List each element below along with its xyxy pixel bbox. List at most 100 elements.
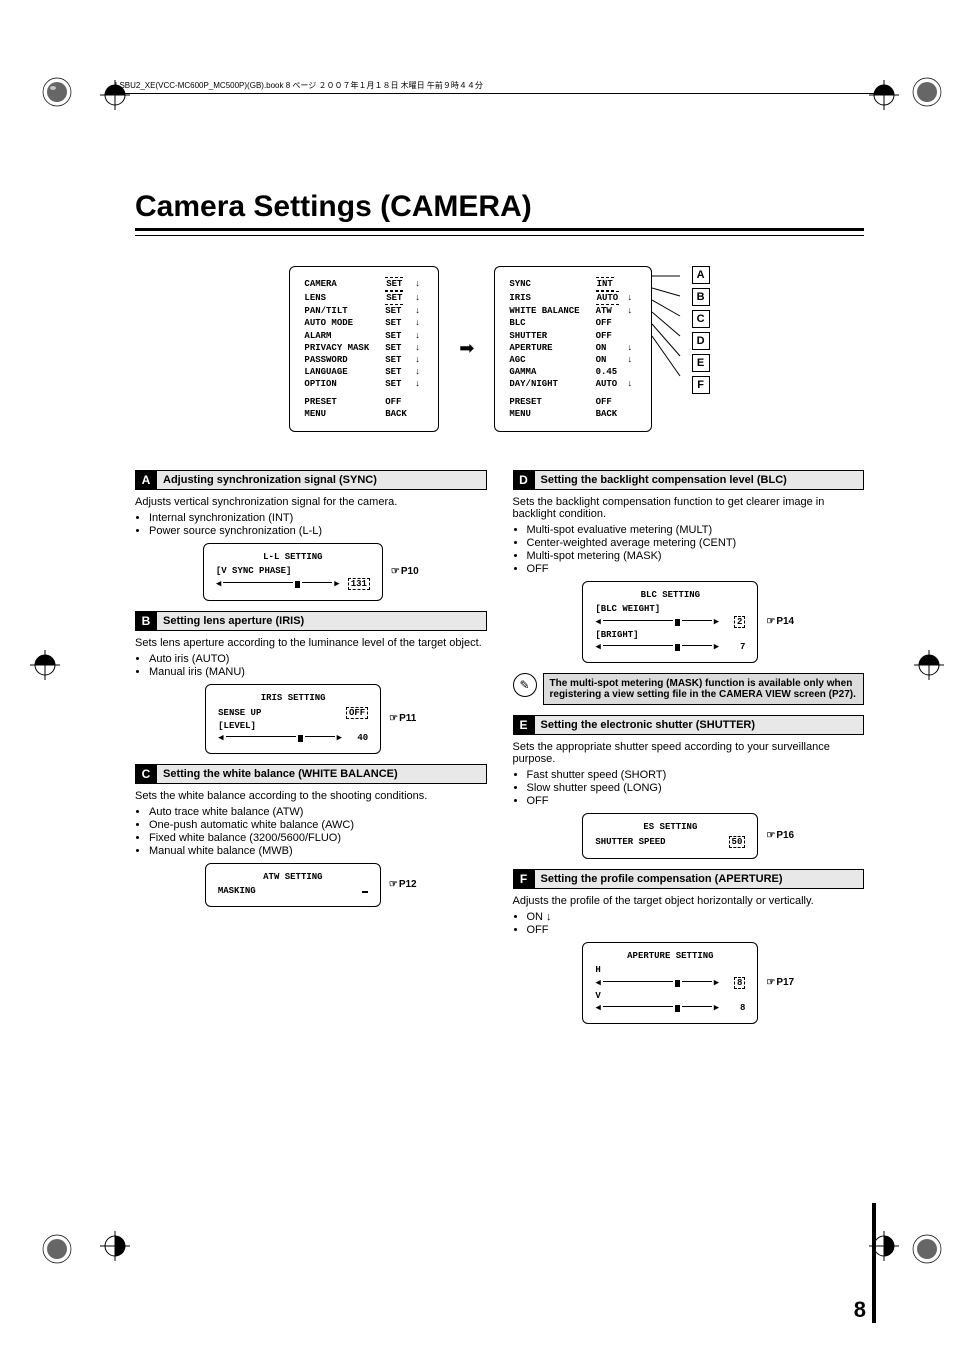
bullet-item: OFF — [527, 563, 865, 575]
section-bullets: Fast shutter speed (SHORT)Slow shutter s… — [527, 769, 865, 807]
section-letter: B — [135, 611, 157, 631]
menu-row: CAMERASET↓LENSSET↓PAN/TILTSET↓AUTO MODES… — [135, 266, 864, 432]
callout-B: B — [692, 288, 710, 306]
section-bullets: ON ↓OFF — [527, 911, 865, 936]
two-column-layout: A Adjusting synchronization signal (SYNC… — [135, 460, 864, 1034]
bullet-item: OFF — [527, 795, 865, 807]
page-ref: P17 — [766, 977, 794, 988]
note-icon: ✎ — [513, 673, 537, 697]
corner-globe-br — [910, 1232, 944, 1266]
callout-C: C — [692, 310, 710, 328]
bullet-item: Manual iris (MANU) — [149, 666, 487, 678]
right-column: D Setting the backlight compensation lev… — [513, 460, 865, 1034]
section-bullets: Auto iris (AUTO)Manual iris (MANU) — [149, 653, 487, 678]
running-header: LSBU2_XE(VCC-MC600P_MC500P)(GB).book 8 ペ… — [115, 80, 884, 94]
corner-globe-tl — [40, 75, 74, 109]
page-ref: P14 — [766, 616, 794, 627]
bullet-item: Multi-spot evaluative metering (MULT) — [527, 524, 865, 536]
section-letter: A — [135, 470, 157, 490]
osd-box: IRIS SETTING SENSE UPOFF[LEVEL] ◀▶40 — [205, 684, 381, 754]
section-title: Adjusting synchronization signal (SYNC) — [157, 470, 487, 490]
callout-E: E — [692, 354, 710, 372]
bullet-item: Center-weighted average metering (CENT) — [527, 537, 865, 549]
corner-globe-tr — [910, 75, 944, 109]
section-B-header: B Setting lens aperture (IRIS) — [135, 611, 487, 631]
section-lead: Sets the white balance according to the … — [135, 790, 487, 802]
osd-box: APERTURE SETTING H ◀▶8V ◀▶8 — [582, 942, 758, 1024]
section-title: Setting the white balance (WHITE BALANCE… — [157, 764, 487, 784]
bullet-item: Manual white balance (MWB) — [149, 845, 487, 857]
bullet-item: ON ↓ — [527, 911, 865, 923]
osd-wrap: APERTURE SETTING H ◀▶8V ◀▶8 P17 — [513, 942, 865, 1024]
main-menu-box: CAMERASET↓LENSSET↓PAN/TILTSET↓AUTO MODES… — [289, 266, 439, 432]
bullet-item: Slow shutter speed (LONG) — [527, 782, 865, 794]
section-title: Setting the backlight compensation level… — [535, 470, 865, 490]
note-text: The multi-spot metering (MASK) function … — [543, 673, 865, 705]
osd-title: BLC SETTING — [595, 590, 745, 600]
osd-title: ATW SETTING — [218, 872, 368, 882]
osd-wrap: L-L SETTING [V SYNC PHASE] ◀▶131 P10 — [135, 543, 487, 601]
bullet-item: Internal synchronization (INT) — [149, 512, 487, 524]
regmark-ml — [30, 650, 60, 680]
camera-menu-box: SYNCINTIRISAUTO↓WHITE BALANCEATW↓BLCOFFS… — [494, 266, 651, 432]
page-number: 8 — [854, 1297, 866, 1323]
callout-D: D — [692, 332, 710, 350]
section-title: Setting the electronic shutter (SHUTTER) — [535, 715, 865, 735]
corner-globe-bl — [40, 1232, 74, 1266]
section-bullets: Multi-spot evaluative metering (MULT)Cen… — [527, 524, 865, 575]
osd-title: L-L SETTING — [216, 552, 370, 562]
page-ref: P16 — [766, 830, 794, 841]
title-rule — [135, 228, 864, 236]
osd-wrap: ATW SETTING MASKING P12 — [135, 863, 487, 907]
section-lead: Sets the appropriate shutter speed accor… — [513, 741, 865, 765]
bullet-item: Fast shutter speed (SHORT) — [527, 769, 865, 781]
callout-A: A — [692, 266, 710, 284]
section-title: Setting the profile compensation (APERTU… — [535, 869, 865, 889]
page-edge-tab — [872, 1203, 876, 1323]
left-column: A Adjusting synchronization signal (SYNC… — [135, 460, 487, 1034]
arrow-right-icon: ➡ — [459, 338, 474, 359]
osd-box: ATW SETTING MASKING — [205, 863, 381, 907]
section-letter: D — [513, 470, 535, 490]
osd-wrap: ES SETTING SHUTTER SPEED50 P16 — [513, 813, 865, 859]
callout-letters: A B C D E F — [692, 266, 710, 394]
bullet-item: Auto trace white balance (ATW) — [149, 806, 487, 818]
section-title: Setting lens aperture (IRIS) — [157, 611, 487, 631]
section-lead: Adjusts the profile of the target object… — [513, 895, 865, 907]
osd-title: IRIS SETTING — [218, 693, 368, 703]
osd-title: APERTURE SETTING — [595, 951, 745, 961]
note-box: ✎ The multi-spot metering (MASK) functio… — [513, 673, 865, 705]
page: LSBU2_XE(VCC-MC600P_MC500P)(GB).book 8 ペ… — [0, 0, 954, 1351]
bullet-item: Power source synchronization (L-L) — [149, 525, 487, 537]
section-E-header: E Setting the electronic shutter (SHUTTE… — [513, 715, 865, 735]
osd-box: BLC SETTING [BLC WEIGHT] ◀▶2[BRIGHT] ◀▶7 — [582, 581, 758, 663]
section-F-header: F Setting the profile compensation (APER… — [513, 869, 865, 889]
section-letter: F — [513, 869, 535, 889]
osd-box: L-L SETTING [V SYNC PHASE] ◀▶131 — [203, 543, 383, 601]
page-ref: P11 — [389, 713, 416, 724]
section-D-header: D Setting the backlight compensation lev… — [513, 470, 865, 490]
section-lead: Sets the backlight compensation function… — [513, 496, 865, 520]
section-bullets: Internal synchronization (INT)Power sour… — [149, 512, 487, 537]
section-bullets: Auto trace white balance (ATW)One-push a… — [149, 806, 487, 857]
bullet-item: Fixed white balance (3200/5600/FLUO) — [149, 832, 487, 844]
section-lead: Adjusts vertical synchronization signal … — [135, 496, 487, 508]
bullet-item: Multi-spot metering (MASK) — [527, 550, 865, 562]
regmark-mr — [914, 650, 944, 680]
page-ref: P12 — [389, 879, 417, 890]
osd-wrap: BLC SETTING [BLC WEIGHT] ◀▶2[BRIGHT] ◀▶7… — [513, 581, 865, 663]
callout-F: F — [692, 376, 710, 394]
callout-lines — [652, 266, 692, 406]
section-letter: E — [513, 715, 535, 735]
bullet-item: One-push automatic white balance (AWC) — [149, 819, 487, 831]
bullet-item: OFF — [527, 924, 865, 936]
section-lead: Sets lens aperture according to the lumi… — [135, 637, 487, 649]
section-letter: C — [135, 764, 157, 784]
bullet-item: Auto iris (AUTO) — [149, 653, 487, 665]
osd-box: ES SETTING SHUTTER SPEED50 — [582, 813, 758, 859]
content-frame: LSBU2_XE(VCC-MC600P_MC500P)(GB).book 8 ペ… — [115, 80, 884, 1251]
page-ref: P10 — [391, 566, 419, 577]
page-title: Camera Settings (CAMERA) — [135, 190, 864, 224]
section-A-header: A Adjusting synchronization signal (SYNC… — [135, 470, 487, 490]
osd-title: ES SETTING — [595, 822, 745, 832]
